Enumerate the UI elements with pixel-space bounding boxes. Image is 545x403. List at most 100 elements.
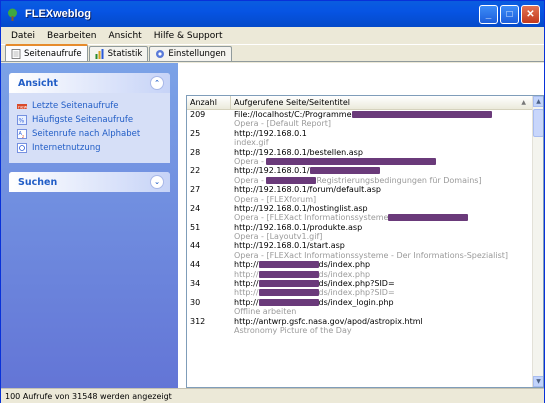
row-page: http://192.168.0.1/start.asp <box>231 241 531 250</box>
row-title-text: Opera - [Default Report] <box>234 119 331 129</box>
alphabet-icon: Az <box>17 129 27 139</box>
menu-datei[interactable]: Datei <box>5 31 41 41</box>
table-row[interactable]: 28 http://192.168.0.1/bestellen.asp <box>187 148 533 157</box>
row-page: http://192.168.0.1/forum/default.asp <box>231 185 531 194</box>
table-row[interactable]: 34 http:// ds/index.php?SID= <box>187 279 533 288</box>
table-row[interactable]: 30 http:// ds/index_login.php <box>187 298 533 307</box>
tab-einstellungen[interactable]: Einstellungen <box>149 46 232 61</box>
vertical-scrollbar[interactable]: ▲ ▼ <box>532 96 543 387</box>
row-title-text: Opera - [FLEXact Informationssysteme <box>234 213 389 223</box>
link-haeufigste-seitenaufrufe[interactable]: % Häufigste Seitenaufrufe <box>17 113 162 127</box>
table-row-subtitle: index.gif <box>187 138 533 147</box>
column-header-page[interactable]: Aufgerufene Seite/Seitentitel ▲ <box>231 96 533 109</box>
maximize-icon: □ <box>506 8 513 20</box>
row-url-tail: ds/index.php?SID= <box>318 279 395 289</box>
redaction-bar <box>266 176 317 184</box>
row-url: http://192.168.0.1 <box>234 128 307 138</box>
row-count: 22 <box>190 166 201 176</box>
scroll-thumb[interactable] <box>533 109 543 137</box>
redaction-bar <box>258 298 319 306</box>
table-row[interactable]: 44 http://192.168.0.1/start.asp <box>187 241 533 250</box>
column-label: Anzahl <box>190 98 217 107</box>
scroll-up-button[interactable]: ▲ <box>533 96 543 107</box>
menu-bar: Datei Bearbeiten Ansicht Hilfe & Support <box>1 27 544 45</box>
link-internetnutzung[interactable]: Internetnutzung <box>17 141 162 155</box>
page-views-list[interactable]: Anzahl Aufgerufene Seite/Seitentitel ▲ 2… <box>186 95 544 388</box>
tab-label: Statistik <box>107 49 143 59</box>
column-header-count[interactable]: Anzahl <box>187 96 231 109</box>
table-row-subtitle: Offline arbeiten <box>187 307 533 316</box>
row-spacer <box>187 195 231 204</box>
frequent-icon: % <box>17 115 27 125</box>
menu-ansicht[interactable]: Ansicht <box>102 31 147 41</box>
table-row[interactable]: 25 http://192.168.0.1 <box>187 129 533 138</box>
row-page: http://192.168.0.1 <box>231 129 531 138</box>
expand-chevron-icon[interactable]: ⌄ <box>150 175 164 189</box>
row-spacer <box>187 326 231 335</box>
table-row[interactable]: 209 File://localhost/C:/Programme <box>187 110 533 119</box>
table-row[interactable]: 24 http://192.168.0.1/hostinglist.asp <box>187 204 533 213</box>
link-alphabet[interactable]: Az Seitenrufe nach Alphabet <box>17 127 162 141</box>
row-count: 51 <box>190 222 201 232</box>
suchen-panel: Suchen ⌄ <box>9 172 170 192</box>
link-letzte-seitenaufrufe[interactable]: new Letzte Seitenaufrufe <box>17 99 162 113</box>
row-title-text: Opera - <box>234 175 267 185</box>
row-title: http:// ds/index.php <box>231 270 531 279</box>
status-text: 100 Aufrufe von 31548 werden angezeigt <box>5 391 172 401</box>
tab-statistik[interactable]: Statistik <box>88 46 149 61</box>
row-spacer <box>187 138 231 147</box>
recent-icon: new <box>17 101 27 111</box>
row-page: http:// ds/index.php?SID= <box>231 279 531 288</box>
row-url: http:// <box>234 297 259 307</box>
table-row[interactable]: 44 http:// ds/index.php <box>187 260 533 269</box>
table-row[interactable]: 27 http://192.168.0.1/forum/default.asp <box>187 185 533 194</box>
row-count: 24 <box>190 203 201 213</box>
suchen-panel-header[interactable]: Suchen ⌄ <box>9 172 170 192</box>
redaction-bar <box>258 261 319 269</box>
minimize-button[interactable]: _ <box>479 4 498 24</box>
list-header: Anzahl Aufgerufene Seite/Seitentitel ▲ <box>187 96 543 110</box>
row-title-text: Opera - [FLEXforum] <box>234 194 317 204</box>
svg-text:z: z <box>22 134 24 139</box>
row-title: Opera - [FLEXforum] <box>231 195 531 204</box>
row-count: 209 <box>190 110 206 119</box>
table-row[interactable]: 22 http://192.168.0.1/ <box>187 166 533 175</box>
scroll-down-button[interactable]: ▼ <box>533 376 543 387</box>
row-spacer <box>187 251 231 260</box>
row-count: 312 <box>190 316 206 326</box>
row-url: http://192.168.0.1/produkte.asp <box>234 222 363 232</box>
redaction-bar <box>351 111 492 118</box>
menu-bearbeiten[interactable]: Bearbeiten <box>41 31 102 41</box>
row-url: http:// <box>234 260 259 270</box>
redaction-bar <box>309 167 380 175</box>
row-page: http://antwrp.gsfc.nasa.gov/apod/astropi… <box>231 317 531 326</box>
redaction-bar <box>258 289 319 297</box>
row-url: http://192.168.0.1/start.asp <box>234 241 345 251</box>
tab-seitenaufrufe[interactable]: Seitenaufrufe <box>5 44 88 61</box>
row-title: Opera - [Default Report] <box>231 119 531 128</box>
collapse-chevron-icon[interactable]: ⌃ <box>150 76 164 90</box>
row-title: Opera - <box>231 157 531 166</box>
row-url-tail: ds/index.php <box>318 260 371 270</box>
table-row[interactable]: 51 http://192.168.0.1/produkte.asp <box>187 223 533 232</box>
ansicht-panel: Ansicht ⌃ new Letzte Seitenaufrufe % Häu… <box>9 73 170 163</box>
table-row-subtitle: http:// ds/index.php?SID= <box>187 288 533 297</box>
row-title-text: Astronomy Picture of the Day <box>234 325 352 335</box>
title-bar[interactable]: FLEXweblog _ □ ✕ <box>1 1 544 27</box>
close-icon: ✕ <box>526 8 535 20</box>
row-url: http://antwrp.gsfc.nasa.gov/apod/astropi… <box>234 316 423 326</box>
menu-hilfe[interactable]: Hilfe & Support <box>148 31 229 41</box>
redaction-bar <box>388 214 469 222</box>
close-button[interactable]: ✕ <box>521 4 540 24</box>
table-row[interactable]: 312 http://antwrp.gsfc.nasa.gov/apod/astr… <box>187 317 533 326</box>
row-spacer <box>187 232 231 241</box>
link-label: Internetnutzung <box>32 143 101 153</box>
row-spacer <box>187 307 231 316</box>
row-count: 44 <box>190 241 201 251</box>
row-url: http://192.168.0.1/hostinglist.asp <box>234 203 368 213</box>
maximize-button[interactable]: □ <box>500 4 519 24</box>
tab-bar: Seitenaufrufe Statistik Einstellungen <box>1 44 544 62</box>
window-title: FLEXweblog <box>25 8 91 20</box>
tab-label: Einstellungen <box>168 49 226 59</box>
ansicht-panel-header[interactable]: Ansicht ⌃ <box>9 73 170 93</box>
